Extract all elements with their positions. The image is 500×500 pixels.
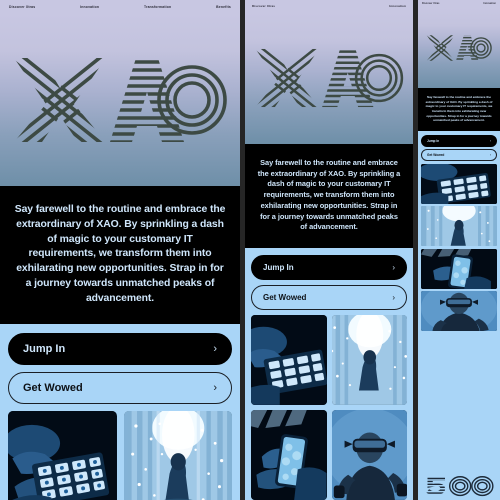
get-wowed-button[interactable]: Get Wowed › bbox=[251, 285, 407, 311]
xao-wordmark bbox=[14, 57, 227, 142]
mobile-hero bbox=[418, 8, 500, 88]
nav-item-discover[interactable]: Discover Xtras bbox=[422, 3, 440, 5]
get-wowed-button[interactable]: Get Wowed › bbox=[8, 372, 232, 405]
nav-item-discover[interactable]: Discover Xtras bbox=[9, 5, 35, 9]
screenshot-stage: Discover Xtras Innovation Transformation… bbox=[0, 0, 500, 500]
gallery-tile-vr[interactable] bbox=[421, 291, 497, 332]
gallery-tile-phone[interactable] bbox=[421, 248, 497, 289]
footer-numeral bbox=[421, 470, 497, 500]
desktop-gallery bbox=[8, 411, 232, 500]
gallery-tile-apps[interactable] bbox=[421, 163, 497, 204]
tablet-navbar: Discover Xtras Innovation bbox=[245, 0, 413, 12]
chevron-right-icon: › bbox=[489, 138, 491, 143]
chevron-right-icon: › bbox=[392, 293, 395, 303]
desktop-body-copy: Say farewell to the routine and embrace … bbox=[0, 186, 240, 325]
xao-wordmark bbox=[426, 35, 492, 61]
jump-in-label: Jump In bbox=[23, 343, 66, 356]
jump-in-label: Jump In bbox=[263, 263, 294, 273]
xao-wordmark bbox=[255, 48, 404, 108]
gallery-tile-phone[interactable] bbox=[251, 410, 327, 500]
jump-in-button[interactable]: Jump In › bbox=[421, 134, 497, 147]
mobile-frame: Discover Xtras Innovation Say farewell t… bbox=[418, 0, 500, 500]
tablet-frame: Discover Xtras Innovation Say farewell t… bbox=[245, 0, 413, 500]
mobile-body-copy: Say farewell to the routine and embrace … bbox=[418, 88, 500, 131]
nav-item-discover[interactable]: Discover Xtras bbox=[252, 4, 275, 8]
numeral-500-graphic bbox=[426, 476, 494, 497]
nav-item-innovation[interactable]: Innovation bbox=[80, 5, 99, 9]
jump-in-label: Jump In bbox=[427, 138, 440, 143]
jump-in-button[interactable]: Jump In › bbox=[8, 333, 232, 366]
get-wowed-button[interactable]: Get Wowed › bbox=[421, 149, 497, 162]
jump-in-button[interactable]: Jump In › bbox=[251, 255, 407, 281]
get-wowed-label: Get Wowed bbox=[23, 382, 83, 395]
tablet-gallery bbox=[251, 315, 407, 500]
gallery-tile-curtains[interactable] bbox=[421, 206, 497, 247]
gallery-tile-curtains[interactable] bbox=[123, 411, 232, 500]
get-wowed-label: Get Wowed bbox=[427, 153, 445, 158]
chevron-right-icon: › bbox=[213, 382, 217, 395]
chevron-right-icon: › bbox=[213, 343, 217, 356]
gallery-tile-apps[interactable] bbox=[251, 315, 327, 406]
chevron-right-icon: › bbox=[489, 153, 491, 158]
gallery-tile-curtains[interactable] bbox=[331, 315, 407, 406]
mobile-gallery bbox=[421, 163, 497, 468]
desktop-navbar: Discover Xtras Innovation Transformation… bbox=[0, 0, 240, 13]
tablet-body-copy: Say farewell to the routine and embrace … bbox=[245, 144, 413, 249]
get-wowed-label: Get Wowed bbox=[263, 293, 307, 303]
nav-item-innovation[interactable]: Innovation bbox=[483, 3, 496, 5]
desktop-action-panel: Jump In › Get Wowed › bbox=[0, 324, 240, 500]
mobile-action-panel: Jump In › Get Wowed › bbox=[418, 130, 500, 500]
tablet-action-panel: Jump In › Get Wowed › bbox=[245, 248, 413, 500]
nav-item-benefits[interactable]: Benefits bbox=[216, 5, 231, 9]
nav-item-transformation[interactable]: Transformation bbox=[144, 5, 171, 9]
mobile-navbar: Discover Xtras Innovation bbox=[418, 0, 500, 8]
gallery-tile-vr[interactable] bbox=[331, 410, 407, 500]
tablet-hero bbox=[245, 12, 413, 144]
desktop-hero bbox=[0, 13, 240, 186]
desktop-frame: Discover Xtras Innovation Transformation… bbox=[0, 0, 240, 500]
gallery-tile-apps[interactable] bbox=[8, 411, 117, 500]
nav-item-innovation[interactable]: Innovation bbox=[389, 4, 406, 8]
chevron-right-icon: › bbox=[392, 263, 395, 273]
